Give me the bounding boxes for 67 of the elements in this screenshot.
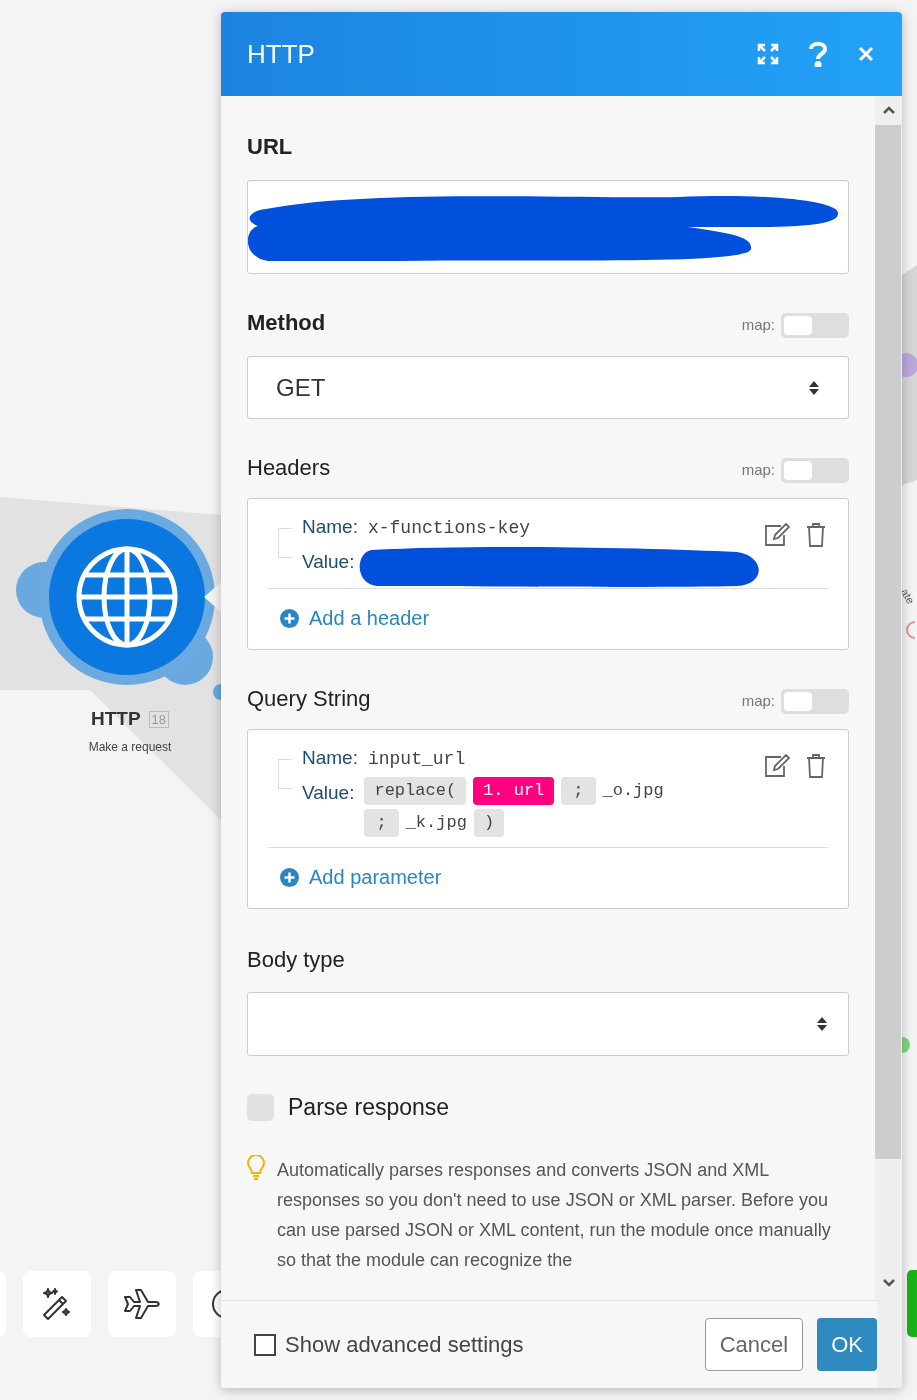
checkbox[interactable] [254,1333,276,1356]
airplane-icon [123,1289,161,1319]
field-label: Method [247,309,326,337]
expand-button[interactable] [756,42,780,66]
name-value: input_url [367,748,466,771]
lightbulb-icon [247,1154,265,1181]
canvas-label: ate [897,585,917,607]
bracket-line [278,528,292,558]
module-badge: 18 [148,710,170,728]
toolbar-button[interactable] [108,1271,176,1337]
add-header-link[interactable]: Add a header [280,603,430,633]
map-toggle[interactable] [781,313,849,338]
map-label: map: [741,315,775,336]
select-value: GET [276,372,327,403]
cancel-button[interactable]: Cancel [704,1318,804,1371]
plus-circle-icon [280,867,299,887]
map-toggle[interactable] [781,458,849,483]
toolbar-button[interactable] [23,1271,91,1337]
dialog-title: HTTP [247,37,316,71]
expand-icon [757,43,779,65]
help-button[interactable] [806,40,830,68]
map-toggle[interactable] [781,689,849,714]
separator-token: ; [561,777,596,805]
field-label: Headers [247,454,331,482]
value-label: Value: [302,781,355,805]
select-arrows-icon [808,379,820,396]
value-label: Value: [302,550,355,574]
field-label: Body type [247,946,345,974]
separator-token: ; [364,809,399,837]
scrollbar[interactable] [875,96,902,1388]
edit-icon[interactable] [764,754,790,778]
field-label: Query String [247,685,371,713]
name-label: Name: [302,746,358,770]
function-token: ) [473,809,505,837]
trash-icon[interactable] [806,754,826,778]
name-value: x-functions-key [367,517,530,540]
checkbox-label: Parse response [288,1093,450,1122]
globe-icon [76,546,178,648]
add-parameter-link[interactable]: Add parameter [280,862,442,892]
function-token: replace( [364,777,467,805]
map-label: map: [741,460,775,481]
map-label: map: [741,691,775,712]
select-arrows-icon [816,1016,828,1032]
trash-icon[interactable] [806,523,826,547]
close-icon [858,46,874,62]
text-token: _o.jpg [602,780,664,803]
text-token: _k.jpg [405,812,467,835]
scrollbar-thumb[interactable] [875,125,901,1159]
module-title: HTTP [90,707,141,731]
method-select[interactable]: GET [247,356,849,419]
variable-token: 1. url [473,777,555,805]
close-button[interactable] [856,44,876,64]
name-label: Name: [302,515,358,539]
bracket-line [278,759,292,789]
ok-button[interactable]: OK [817,1318,877,1371]
field-label: URL [247,133,293,161]
help-icon [809,41,827,67]
port-icon [906,621,916,639]
checkbox-label: Show advanced settings [285,1331,524,1359]
edit-icon[interactable] [764,523,790,547]
scroll-down-icon[interactable] [883,1279,895,1287]
plus-circle-icon [280,608,299,628]
module-subtitle: Make a request [88,738,172,756]
module-node [907,1270,917,1337]
url-field[interactable] [247,180,849,274]
scroll-up-icon[interactable] [883,106,895,114]
hint-text: Automatically parses responses and converts JSON and XML responses so you don't need to use JSON or XML parser. Before you can use parsed JSON or XML content, run the module once manually so that the module can recognize the [277,1158,832,1272]
